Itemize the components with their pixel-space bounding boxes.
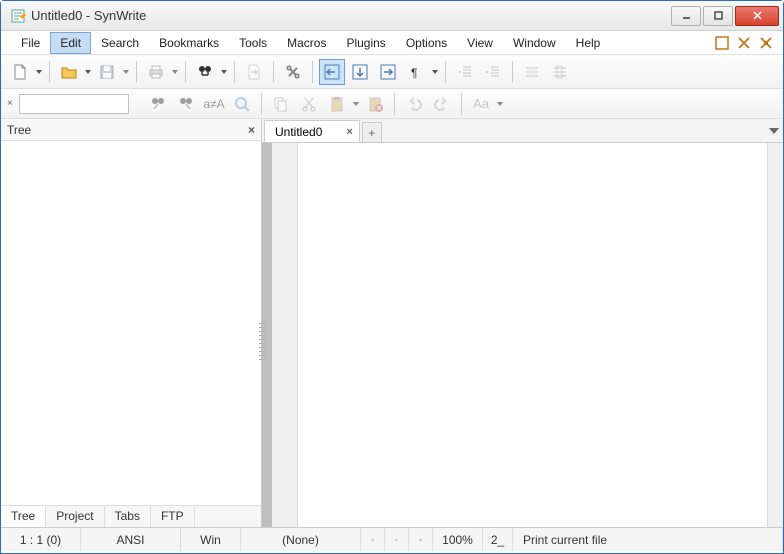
tree-body[interactable] [1, 141, 261, 505]
case-icon: a≠A [200, 97, 227, 111]
zoom-button[interactable] [229, 91, 255, 117]
minimize-button[interactable] [671, 6, 701, 26]
new-tab-button[interactable]: + [362, 122, 382, 142]
cut-button[interactable] [296, 91, 322, 117]
menu-file[interactable]: File [11, 32, 50, 54]
editor-tabbar: Untitled0 × + [262, 119, 783, 143]
pilcrow-dropdown[interactable] [431, 70, 439, 74]
window-title: Untitled0 - SynWrite [31, 8, 669, 23]
undo-button[interactable] [401, 91, 427, 117]
settings-button[interactable] [280, 59, 306, 85]
tab-project[interactable]: Project [46, 506, 104, 527]
tab-tabs[interactable]: Tabs [105, 506, 151, 527]
toolbar-search: × a≠A Aa [1, 89, 783, 119]
delete-button[interactable] [362, 91, 388, 117]
menubar-close-icon[interactable] [737, 36, 751, 50]
menu-tools[interactable]: Tools [229, 32, 277, 54]
status-ins[interactable]: 2_ [483, 528, 513, 551]
toolbar-main: ¶ [1, 55, 783, 89]
left-panel: Tree × Tree Project Tabs FTP [1, 119, 262, 527]
print-dropdown[interactable] [171, 70, 179, 74]
goto-button[interactable] [241, 59, 267, 85]
menu-edit[interactable]: Edit [50, 32, 91, 54]
font-icon: Aa [470, 96, 492, 111]
copy-button[interactable] [268, 91, 294, 117]
editor-tab-label: Untitled0 [275, 125, 322, 139]
uncomment-button[interactable] [547, 59, 573, 85]
menu-options[interactable]: Options [396, 32, 457, 54]
left-panel-header: Tree × [1, 119, 261, 141]
tab-tree[interactable]: Tree [1, 506, 46, 527]
font-button[interactable]: Aa [468, 91, 494, 117]
editor-tab-close-icon[interactable]: × [346, 126, 352, 138]
wrap-down-button[interactable] [347, 59, 373, 85]
status-lock-icon[interactable] [361, 528, 385, 551]
tab-overflow-icon[interactable] [769, 123, 779, 137]
statusbar: 1 : 1 (0) ANSI Win (None) 100% 2_ Print … [1, 527, 783, 551]
left-panel-close-icon[interactable]: × [248, 123, 255, 137]
svg-text:¶: ¶ [411, 66, 417, 80]
status-lineend[interactable]: Win [181, 528, 241, 551]
open-file-button[interactable] [56, 59, 82, 85]
unindent-button[interactable] [452, 59, 478, 85]
save-dropdown[interactable] [122, 70, 130, 74]
case-button[interactable]: a≠A [201, 91, 227, 117]
status-pos: 1 : 1 (0) [1, 528, 81, 551]
menu-search[interactable]: Search [91, 32, 149, 54]
save-button[interactable] [94, 59, 120, 85]
menu-view[interactable]: View [457, 32, 503, 54]
status-zoom[interactable]: 100% [433, 528, 483, 551]
menu-bookmarks[interactable]: Bookmarks [149, 32, 229, 54]
editor-gutter [262, 143, 298, 527]
menubar-plugin-icon[interactable] [759, 36, 773, 50]
editor-panel: Untitled0 × + [262, 119, 783, 527]
search-close-icon[interactable]: × [7, 98, 17, 109]
app-icon [10, 8, 26, 24]
status-selmode-icon[interactable] [409, 528, 433, 551]
new-file-dropdown[interactable] [35, 70, 43, 74]
comment-button[interactable] [519, 59, 545, 85]
editor-textarea[interactable] [298, 143, 783, 527]
menubar: File Edit Search Bookmarks Tools Macros … [1, 31, 783, 55]
titlebar: Untitled0 - SynWrite [1, 1, 783, 31]
find-dropdown[interactable] [220, 70, 228, 74]
status-wrap-icon[interactable] [385, 528, 409, 551]
font-dropdown[interactable] [496, 102, 504, 106]
find-button[interactable] [192, 59, 218, 85]
paste-button[interactable] [324, 91, 350, 117]
splitter-handle[interactable] [259, 323, 265, 363]
menu-window[interactable]: Window [503, 32, 566, 54]
menu-macros[interactable]: Macros [277, 32, 336, 54]
wrap-right-button[interactable] [375, 59, 401, 85]
editor-scrollbar[interactable] [767, 143, 783, 527]
status-encoding[interactable]: ANSI [81, 528, 181, 551]
open-file-dropdown[interactable] [84, 70, 92, 74]
main-area: Tree × Tree Project Tabs FTP Untitled0 ×… [1, 119, 783, 527]
tab-ftp[interactable]: FTP [151, 506, 195, 527]
maximize-button[interactable] [703, 6, 733, 26]
pilcrow-button[interactable]: ¶ [403, 59, 429, 85]
print-button[interactable] [143, 59, 169, 85]
menu-plugins[interactable]: Plugins [336, 32, 395, 54]
wrap-left-button[interactable] [319, 59, 345, 85]
left-panel-title: Tree [7, 123, 248, 137]
indent-button[interactable] [480, 59, 506, 85]
left-panel-tabs: Tree Project Tabs FTP [1, 505, 261, 527]
fullscreen-icon[interactable] [715, 36, 729, 50]
redo-button[interactable] [429, 91, 455, 117]
menu-help[interactable]: Help [566, 32, 611, 54]
new-file-button[interactable] [7, 59, 33, 85]
status-hint: Print current file [513, 528, 783, 551]
paste-dropdown[interactable] [352, 102, 360, 106]
find-prev-button[interactable] [145, 91, 171, 117]
find-next-button[interactable] [173, 91, 199, 117]
search-input[interactable] [19, 94, 129, 114]
editor-area [262, 143, 783, 527]
status-syntax[interactable]: (None) [241, 528, 361, 551]
editor-tab-0[interactable]: Untitled0 × [264, 120, 360, 142]
close-button[interactable] [735, 6, 779, 26]
